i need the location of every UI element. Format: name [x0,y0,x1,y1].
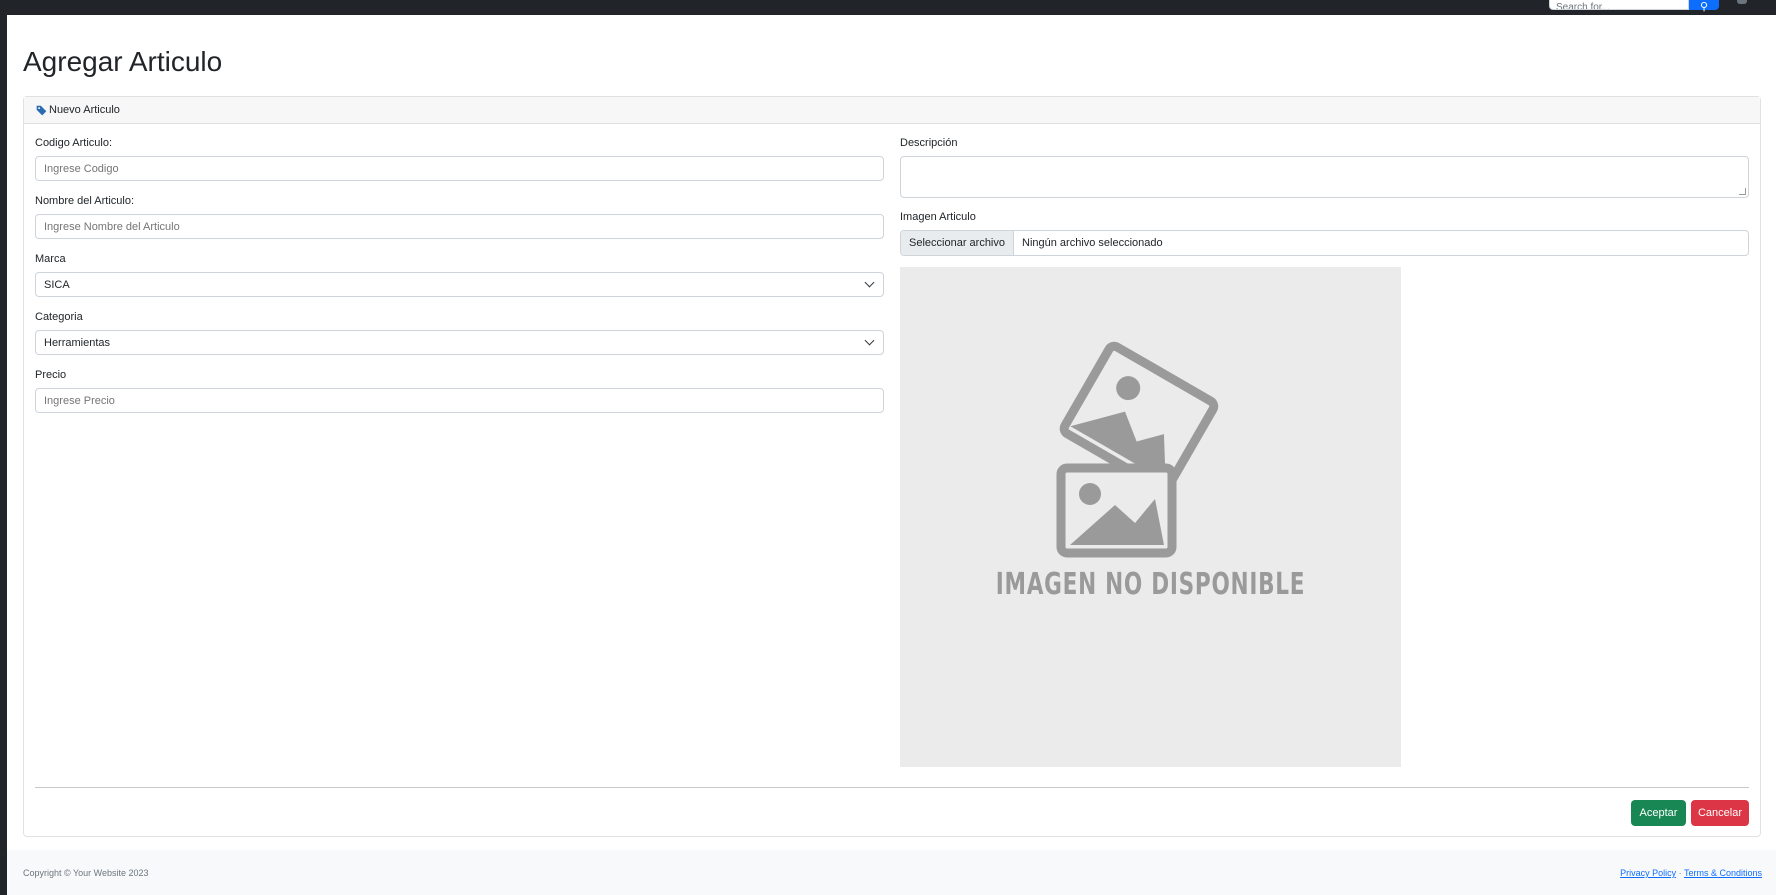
precio-input[interactable] [35,388,884,413]
chevron-down-icon [864,335,875,346]
divider [35,787,1749,788]
accept-button[interactable]: Aceptar [1631,800,1686,826]
footer-links: Privacy Policy · Terms & Conditions [1620,868,1762,878]
card-header: Nuevo Articulo [24,97,1760,124]
imagen-file-input[interactable]: Seleccionar archivo Ningún archivo selec… [900,230,1749,256]
categoria-label: Categoria [35,311,83,323]
footer-separator: · [1678,868,1682,878]
marca-selected-value: SICA [44,279,70,291]
no-image-text: IMAGEN NO DISPONIBLE [995,567,1306,602]
tag-icon [36,105,47,115]
footer: Copyright © Your Website 2023 Privacy Po… [7,850,1776,895]
nombre-input[interactable] [35,214,884,239]
top-navbar: Search for... ⚲ [0,0,1776,15]
cancel-button[interactable]: Cancelar [1691,800,1749,826]
card-header-title: Nuevo Articulo [49,104,120,116]
marca-select[interactable]: SICA [35,272,884,297]
image-preview: IMAGEN NO DISPONIBLE [900,267,1401,767]
marca-label: Marca [35,253,66,265]
copyright-text: Copyright © Your Website 2023 [23,868,149,878]
descripcion-label: Descripción [900,137,958,149]
search-button[interactable]: ⚲ [1689,0,1719,13]
codigo-input[interactable] [35,156,884,181]
categoria-select[interactable]: Herramientas [35,330,884,355]
nombre-label: Nombre del Articulo: [35,195,135,207]
no-image-icon [1056,341,1219,558]
precio-label: Precio [35,369,67,381]
select-file-button[interactable]: Seleccionar archivo [901,231,1014,255]
file-status: Ningún archivo seleccionado [1022,237,1163,249]
categoria-selected-value: Herramientas [44,337,111,349]
page-title: Agregar Articulo [23,46,223,77]
article-form-card: Nuevo Articulo [23,96,1761,837]
user-icon[interactable] [1737,0,1747,4]
search-icon: ⚲ [1699,1,1709,13]
chevron-down-icon [864,277,875,288]
descripcion-textarea[interactable] [900,156,1749,198]
terms-link[interactable]: Terms & Conditions [1684,868,1762,878]
search-input[interactable]: Search for... [1549,0,1689,10]
privacy-policy-link[interactable]: Privacy Policy [1620,868,1676,878]
left-gutter [0,0,7,895]
resize-handle-icon[interactable] [1739,188,1746,195]
codigo-label: Codigo Articulo: [35,137,113,149]
imagen-label: Imagen Articulo [900,211,976,223]
